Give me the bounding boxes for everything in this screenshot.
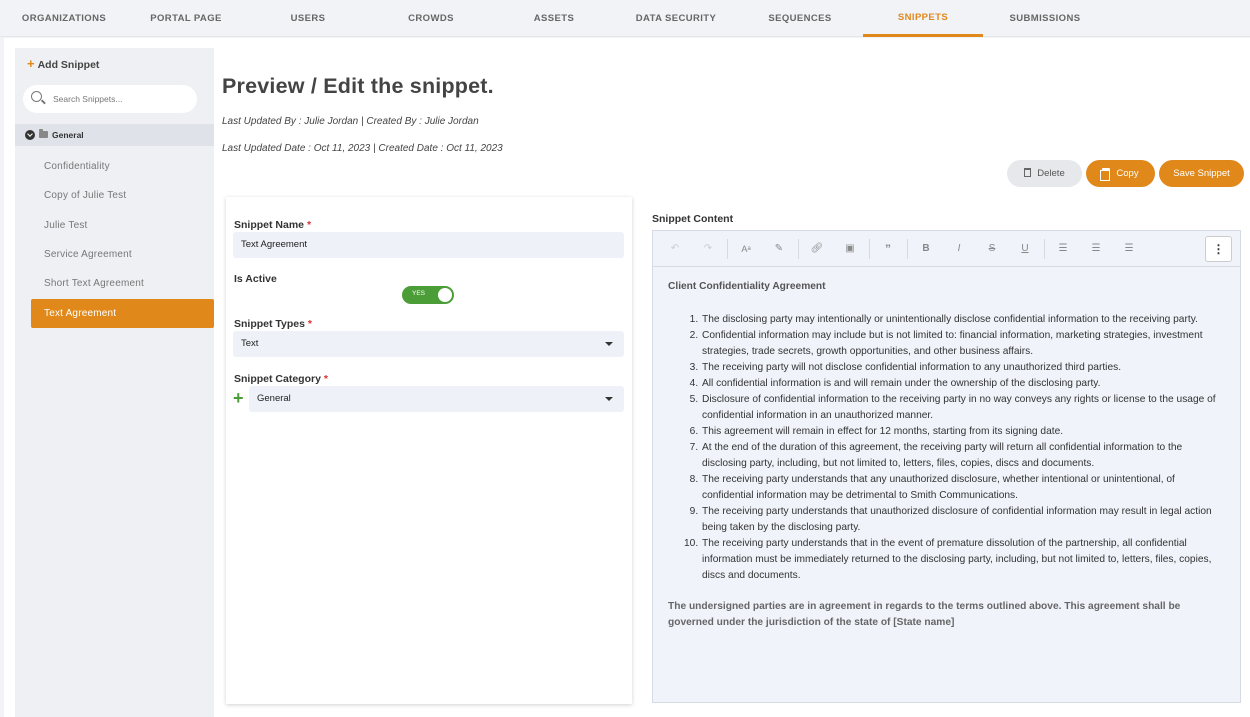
snippet-category-value: General — [257, 393, 291, 404]
tab-organizations[interactable]: ORGANIZATIONS — [18, 0, 110, 37]
sidebar-item-confidentiality[interactable]: Confidentiality — [31, 152, 214, 181]
list-item: This agreement will remain in effect for… — [701, 424, 1228, 440]
caret-down-icon — [605, 342, 613, 346]
tab-submissions[interactable]: SUBMISSIONS — [999, 0, 1091, 37]
snippet-form: Snippet Name * Text Agreement Is Active … — [226, 197, 632, 704]
toolbar-separator — [727, 239, 728, 259]
snippet-types-value: Text — [241, 338, 259, 349]
tab-users[interactable]: USERS — [262, 0, 354, 37]
list-item: At the end of the duration of this agree… — [701, 440, 1228, 472]
tab-data-security[interactable]: DATA SECURITY — [626, 0, 726, 37]
snippet-content-editor[interactable]: ↶ ↷ Aᵃ ✎ 🔗︎ ▣ ” B I S U ☰ ☰ ☰ ⋮ Client C… — [652, 230, 1241, 703]
toolbar-separator — [907, 239, 908, 259]
more-options-icon[interactable]: ⋮ — [1205, 236, 1232, 262]
list-item: All confidential information is and will… — [701, 376, 1228, 392]
folder-label: General — [52, 130, 84, 140]
toggle-label: YES — [412, 290, 426, 297]
add-snippet-label: Add Snippet — [37, 59, 100, 71]
tab-sequences[interactable]: SEQUENCES — [754, 0, 846, 37]
search-input[interactable] — [53, 91, 189, 107]
list-item: The receiving party will not disclose co… — [701, 360, 1228, 376]
top-navigation: ORGANIZATIONS PORTAL PAGE USERS CROWDS A… — [0, 0, 1250, 37]
list-item: The receiving party understands that any… — [701, 472, 1228, 504]
bold-icon[interactable]: B — [917, 240, 935, 258]
plus-icon: + — [27, 56, 35, 71]
tab-portal-page[interactable]: PORTAL PAGE — [140, 0, 232, 37]
search-icon — [31, 91, 42, 102]
align-left-icon[interactable]: ☰ — [1054, 240, 1072, 258]
copy-button[interactable]: Copy — [1086, 160, 1155, 187]
snippet-category-select[interactable]: General — [249, 386, 624, 412]
tab-assets[interactable]: ASSETS — [508, 0, 600, 37]
underline-icon[interactable]: U — [1016, 240, 1034, 258]
updated-date-info: Last Updated Date : Oct 11, 2023 | Creat… — [222, 143, 503, 154]
toolbar-separator — [1044, 239, 1045, 259]
tab-snippets[interactable]: SNIPPETS — [863, 0, 983, 37]
required-mark: * — [323, 373, 328, 385]
editor-toolbar: ↶ ↷ Aᵃ ✎ 🔗︎ ▣ ” B I S U ☰ ☰ ☰ ⋮ — [653, 231, 1240, 267]
required-mark: * — [307, 318, 312, 330]
caret-down-icon — [605, 397, 613, 401]
tab-crowds[interactable]: CROWDS — [385, 0, 477, 37]
chevron-down-icon — [25, 130, 35, 140]
redo-icon[interactable]: ↷ — [699, 240, 717, 258]
search-box — [23, 85, 197, 113]
sidebar-item-short-text-agreement[interactable]: Short Text Agreement — [31, 269, 214, 298]
toolbar-separator — [869, 239, 870, 259]
add-snippet-button[interactable]: + Add Snippet — [27, 56, 99, 71]
italic-icon[interactable]: I — [950, 240, 968, 258]
add-category-icon[interactable]: + — [233, 389, 244, 407]
snippet-category-label: Snippet Category * — [234, 373, 328, 385]
sidebar-item-text-agreement[interactable]: Text Agreement — [31, 299, 214, 328]
folder-general[interactable]: General — [15, 124, 214, 146]
sidebar-item-service-agreement[interactable]: Service Agreement — [31, 240, 214, 269]
sidebar-item-copy-of-julie-test[interactable]: Copy of Julie Test — [31, 181, 214, 210]
document-heading: Client Confidentiality Agreement — [668, 281, 826, 292]
required-mark: * — [306, 219, 312, 231]
toggle-knob — [438, 288, 452, 302]
delete-label: Delete — [1037, 168, 1065, 179]
image-icon[interactable]: ▣ — [841, 240, 859, 258]
list-item: Confidential information may include but… — [701, 328, 1228, 360]
quote-icon[interactable]: ” — [879, 240, 897, 258]
highlight-pen-icon[interactable]: ✎ — [770, 240, 788, 258]
list-item: Disclosure of confidential information t… — [701, 392, 1228, 424]
trash-icon — [1024, 168, 1032, 177]
snippet-types-label: Snippet Types * — [234, 318, 312, 330]
align-right-icon[interactable]: ☰ — [1120, 240, 1138, 258]
undo-icon[interactable]: ↶ — [666, 240, 684, 258]
folder-icon — [39, 129, 48, 138]
list-item: The receiving party understands that in … — [701, 536, 1228, 584]
is-active-toggle[interactable]: YES — [402, 286, 454, 304]
font-size-icon[interactable]: Aᵃ — [737, 240, 755, 258]
sidebar-item-julie-test[interactable]: Julie Test — [31, 211, 214, 240]
align-center-icon[interactable]: ☰ — [1087, 240, 1105, 258]
closing-paragraph: The undersigned parties are in agreement… — [668, 601, 1181, 628]
snippet-name-field[interactable]: Text Agreement — [233, 232, 624, 258]
link-icon[interactable]: 🔗︎ — [808, 240, 826, 258]
toolbar-separator — [798, 239, 799, 259]
is-active-label: Is Active — [234, 273, 277, 285]
updated-by-info: Last Updated By : Julie Jordan | Created… — [222, 116, 479, 127]
snippet-types-select[interactable]: Text — [233, 331, 624, 357]
snippet-name-label: Snippet Name * — [234, 219, 312, 231]
copy-label: Copy — [1116, 168, 1139, 179]
snippets-sidebar: +Add Snippet General Confidentiality Cop… — [15, 48, 214, 717]
editor-document: Client Confidentiality Agreement The dis… — [668, 279, 1228, 631]
snippet-content-label: Snippet Content — [652, 213, 734, 225]
agreement-terms-list: The disclosing party may intentionally o… — [701, 312, 1228, 584]
list-item: The receiving party understands that una… — [701, 504, 1228, 536]
copy-icon — [1100, 168, 1111, 181]
strikethrough-icon[interactable]: S — [983, 240, 1001, 258]
page-title: Preview / Edit the snippet. — [222, 74, 494, 98]
save-snippet-button[interactable]: Save Snippet — [1159, 160, 1244, 187]
list-item: The disclosing party may intentionally o… — [701, 312, 1228, 328]
delete-button[interactable]: Delete — [1007, 160, 1082, 187]
